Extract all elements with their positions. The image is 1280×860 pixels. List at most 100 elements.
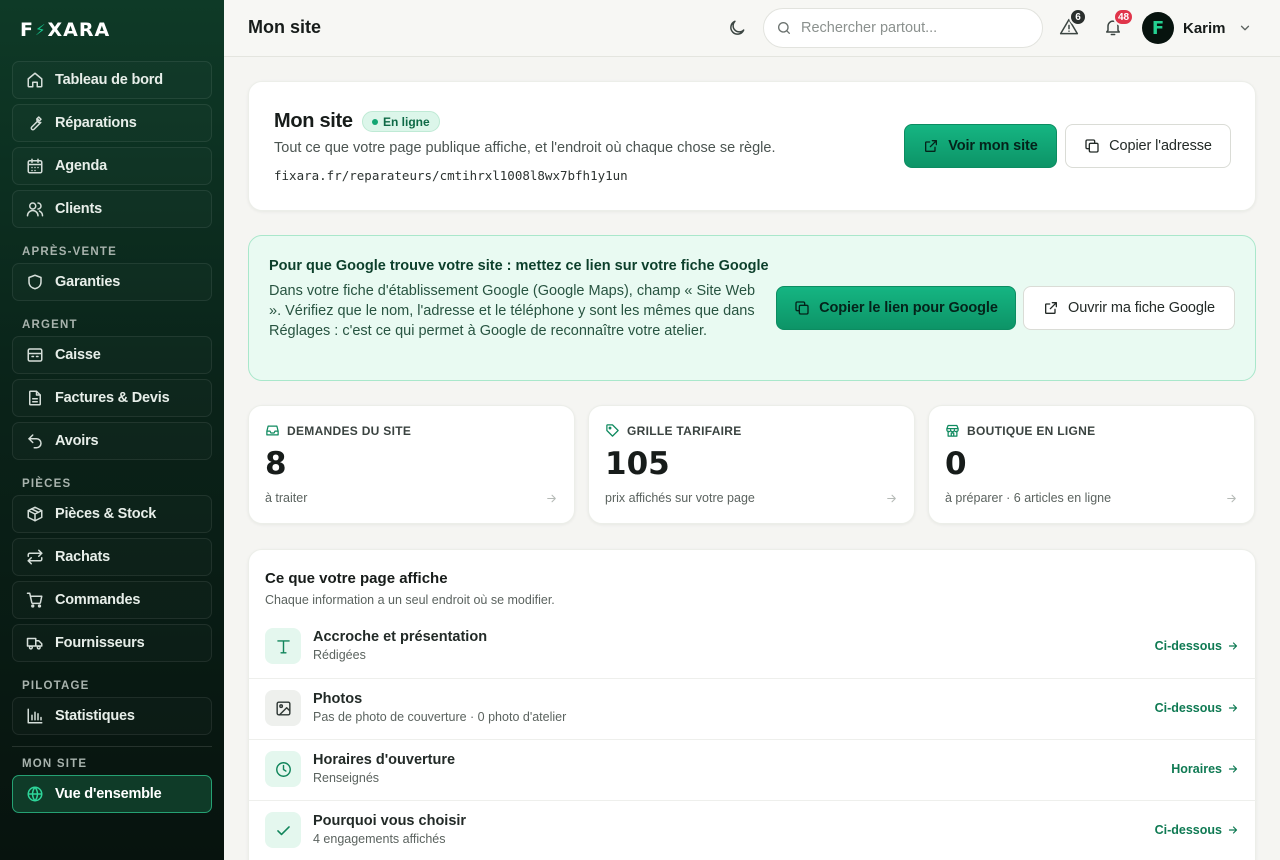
site-title: Mon site (274, 110, 353, 132)
sidebar-section-title: PILOTAGE (22, 680, 90, 692)
bolt-icon: ⚡ (34, 21, 47, 39)
alerts-button[interactable]: 6 (1059, 8, 1087, 39)
truck-icon (26, 634, 44, 652)
status-dot-icon (372, 118, 378, 125)
status-label: En ligne (383, 114, 430, 129)
arrow-right-icon (885, 492, 898, 505)
sidebar-section-title: ARGENT (22, 319, 78, 331)
sidebar-item-statistiques[interactable]: Statistiques (12, 697, 212, 735)
stat-sub: à préparer · 6 articles en ligne (945, 491, 1112, 505)
search-icon (776, 20, 792, 36)
stat-card-grille[interactable]: GRILLE TARIFAIRE 105 prix affichés sur v… (588, 405, 915, 524)
copy-google-link-label: Copier le lien pour Google (819, 300, 998, 316)
notifications-badge: 48 (1113, 8, 1135, 26)
list-item: Accroche et présentation Rédigées Ci-des… (249, 617, 1257, 678)
arrow-right-icon (1222, 702, 1239, 714)
copy-address-button[interactable]: Copier l'adresse (1065, 124, 1231, 168)
open-google-profile-label: Ouvrir ma fiche Google (1068, 300, 1215, 316)
stat-card-demandes[interactable]: DEMANDES DU SITE 8 à traiter (248, 405, 575, 524)
file-icon (26, 389, 44, 407)
sidebar-item-garanties[interactable]: Garanties (12, 263, 212, 301)
sidebar-item-factures-devis[interactable]: Factures & Devis (12, 379, 212, 417)
shield-icon (26, 273, 44, 291)
sidebar-item-avoirs[interactable]: Avoirs (12, 422, 212, 460)
sidebar-item-label: Vue d'ensemble (55, 786, 162, 802)
view-site-label: Voir mon site (948, 138, 1038, 154)
view-site-button[interactable]: Voir mon site (904, 124, 1057, 168)
sidebar-section-title: APRÈS-VENTE (22, 246, 117, 258)
copy-address-label: Copier l'adresse (1109, 138, 1212, 154)
search-box[interactable] (763, 8, 1043, 48)
site-url[interactable]: fixara.fr/reparateurs/cmtihrxl1008l8wx7b… (274, 168, 628, 183)
check-icon (265, 812, 301, 848)
list-item-link[interactable]: Horaires (1171, 762, 1239, 776)
brand-logo[interactable]: F ⚡ XARA (20, 19, 110, 41)
notifications-button[interactable]: 48 (1103, 8, 1135, 39)
list-item-link-label: Horaires (1171, 762, 1222, 776)
image-icon (265, 690, 301, 726)
arrow-right-icon (1225, 492, 1238, 505)
google-text: Dans votre fiche d'établissement Google … (269, 283, 756, 339)
stat-value: 0 (945, 446, 967, 482)
list-item-link[interactable]: Ci-dessous (1155, 823, 1239, 837)
list-item-link[interactable]: Ci-dessous (1155, 639, 1239, 653)
stat-card-boutique[interactable]: BOUTIQUE EN LIGNE 0 à préparer · 6 artic… (928, 405, 1255, 524)
search-input[interactable] (801, 20, 1031, 36)
list-item-link[interactable]: Ci-dessous (1155, 701, 1239, 715)
list-item-desc: Pas de photo de couverture · 0 photo d'a… (313, 710, 567, 724)
list-item-link-label: Ci-dessous (1154, 701, 1222, 715)
list-item: Pourquoi vous choisir 4 engagements affi… (249, 800, 1257, 860)
sidebar-item-label: Agenda (55, 158, 107, 174)
copy-google-link-button[interactable]: Copier le lien pour Google (776, 286, 1016, 330)
stat-sub: à traiter (265, 491, 308, 505)
page-content-card: Ce que votre page affiche Chaque informa… (248, 549, 1257, 860)
sidebar-item-commandes[interactable]: Commandes (12, 581, 212, 619)
sidebar-item-clients[interactable]: Clients (12, 190, 212, 228)
sidebar-item-rachats[interactable]: Rachats (12, 538, 212, 576)
google-title: Pour que Google trouve votre site : mett… (269, 258, 769, 274)
sidebar-item-label: Clients (55, 201, 102, 217)
globe-icon (26, 785, 44, 803)
inbox-icon (265, 423, 280, 438)
moon-icon[interactable] (727, 18, 749, 40)
register-icon (26, 346, 44, 364)
undo-icon (26, 432, 44, 450)
list-item-link-label: Ci-dessous (1154, 823, 1222, 837)
sidebar-section-title: MON SITE (22, 758, 88, 770)
tag-icon (605, 423, 620, 438)
sidebar-item-label: Rachats (55, 549, 111, 565)
list-item-link-label: Ci-dessous (1154, 639, 1222, 653)
cart-icon (26, 591, 44, 609)
stat-label: GRILLE TARIFAIRE (605, 423, 742, 438)
stat-value: 8 (265, 446, 287, 482)
section-subtitle: Chaque information a un seul endroit où … (265, 593, 555, 607)
stat-label: BOUTIQUE EN LIGNE (945, 423, 1095, 438)
sidebar-item-label: Caisse (55, 347, 101, 363)
text-icon (265, 628, 301, 664)
sidebar-item-fournisseurs[interactable]: Fournisseurs (12, 624, 212, 662)
sidebar-item-tableau-de-bord[interactable]: Tableau de bord (12, 61, 212, 99)
list-item: Photos Pas de photo de couverture · 0 ph… (249, 678, 1257, 739)
brand-logo-right: XARA (47, 19, 111, 41)
top-bar: Mon site 6 48 F Karim (224, 0, 1280, 57)
sidebar-item-pieces-stock[interactable]: Pièces & Stock (12, 495, 212, 533)
chevron-down-icon (1238, 21, 1252, 35)
sidebar-item-caisse[interactable]: Caisse (12, 336, 212, 374)
arrow-right-icon (1222, 763, 1239, 775)
list-item-name: Horaires d'ouverture (313, 752, 456, 768)
sidebar-item-label: Statistiques (55, 708, 135, 724)
sidebar-item-agenda[interactable]: Agenda (12, 147, 212, 185)
sidebar-item-reparations[interactable]: Réparations (12, 104, 212, 142)
user-menu[interactable]: F Karim (1142, 12, 1252, 44)
sidebar-item-vue-ensemble[interactable]: Vue d'ensemble (12, 775, 212, 813)
stat-label-text: GRILLE TARIFAIRE (627, 423, 742, 438)
sidebar-item-label: Commandes (55, 592, 141, 608)
avatar: F (1142, 12, 1174, 44)
copy-icon (1084, 138, 1100, 154)
arrow-right-icon (1222, 640, 1239, 652)
site-card: Mon site En ligne Tout ce que votre page… (248, 81, 1256, 211)
stat-sub: prix affichés sur votre page (605, 491, 755, 505)
list-item-desc: 4 engagements affichés (313, 832, 446, 846)
sidebar-item-label: Fournisseurs (55, 635, 145, 651)
open-google-profile-button[interactable]: Ouvrir ma fiche Google (1023, 286, 1235, 330)
